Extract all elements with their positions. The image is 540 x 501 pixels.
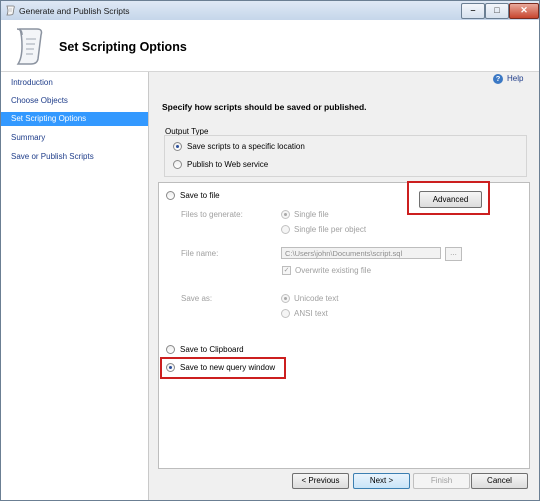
save-to-location-radio[interactable]: [173, 142, 182, 151]
sidebar-item-save-or-publish[interactable]: Save or Publish Scripts: [1, 150, 148, 164]
overwrite-checkbox[interactable]: ✓: [282, 266, 291, 275]
close-icon: ✕: [520, 5, 528, 15]
wizard-nav: Introduction Choose Objects Set Scriptin…: [1, 72, 149, 500]
file-name-label: File name:: [181, 249, 219, 258]
save-to-clipboard-radio[interactable]: [166, 345, 175, 354]
maximize-button[interactable]: □: [485, 3, 509, 19]
single-file-radio[interactable]: [281, 210, 290, 219]
title-bar[interactable]: Generate and Publish Scripts – □ ✕: [1, 1, 539, 20]
save-to-file-label[interactable]: Save to file: [180, 191, 220, 200]
previous-button[interactable]: < Previous: [292, 473, 349, 489]
sidebar-item-summary[interactable]: Summary: [1, 131, 148, 145]
help-link[interactable]: Help: [507, 74, 523, 83]
finish-button[interactable]: Finish: [413, 473, 470, 489]
save-to-location-label[interactable]: Save scripts to a specific location: [187, 142, 305, 151]
files-to-generate-label: Files to generate:: [181, 210, 243, 219]
wizard-header: Set Scripting Options: [1, 20, 539, 72]
save-to-file-radio[interactable]: [166, 191, 175, 200]
window-title: Generate and Publish Scripts: [19, 6, 130, 16]
output-type-group: Save scripts to a specific location Publ…: [164, 135, 527, 177]
single-file-per-object-radio[interactable]: [281, 225, 290, 234]
single-file-label[interactable]: Single file: [294, 210, 329, 219]
save-to-clipboard-label[interactable]: Save to Clipboard: [180, 345, 244, 354]
browse-button[interactable]: ...: [445, 247, 462, 261]
unicode-text-radio[interactable]: [281, 294, 290, 303]
cancel-button[interactable]: Cancel: [471, 473, 528, 489]
minimize-icon: –: [470, 5, 476, 15]
scroll-icon: [16, 28, 43, 65]
close-button[interactable]: ✕: [509, 3, 539, 19]
ansi-text-label[interactable]: ANSI text: [294, 309, 328, 318]
help-icon[interactable]: ?: [493, 74, 503, 84]
page-title: Set Scripting Options: [59, 40, 187, 54]
publish-web-radio[interactable]: [173, 160, 182, 169]
overwrite-label[interactable]: Overwrite existing file: [295, 266, 371, 275]
save-to-query-window-radio[interactable]: [166, 363, 175, 372]
next-button[interactable]: Next >: [353, 473, 410, 489]
instruction-text: Specify how scripts should be saved or p…: [162, 102, 367, 112]
single-file-per-object-label[interactable]: Single file per object: [294, 225, 366, 234]
ansi-text-radio[interactable]: [281, 309, 290, 318]
advanced-button[interactable]: Advanced: [419, 191, 482, 208]
unicode-text-label[interactable]: Unicode text: [294, 294, 338, 303]
destination-group: Save to file Advanced Files to generate:…: [158, 181, 530, 469]
sidebar-item-set-scripting-options[interactable]: Set Scripting Options: [1, 112, 148, 126]
wizard-window: Generate and Publish Scripts – □ ✕ Set S…: [0, 0, 540, 501]
save-as-label: Save as:: [181, 294, 213, 303]
minimize-button[interactable]: –: [461, 3, 485, 19]
sidebar-item-introduction[interactable]: Introduction: [1, 76, 148, 90]
save-to-query-window-label[interactable]: Save to new query window: [180, 363, 275, 372]
scroll-icon: [6, 5, 15, 16]
file-name-input[interactable]: C:\Users\john\Documents\script.sql: [281, 247, 441, 259]
publish-web-label[interactable]: Publish to Web service: [187, 160, 268, 169]
content-panel: ? Help Specify how scripts should be sav…: [149, 72, 539, 500]
sidebar-item-choose-objects[interactable]: Choose Objects: [1, 94, 148, 108]
maximize-icon: □: [494, 5, 500, 15]
